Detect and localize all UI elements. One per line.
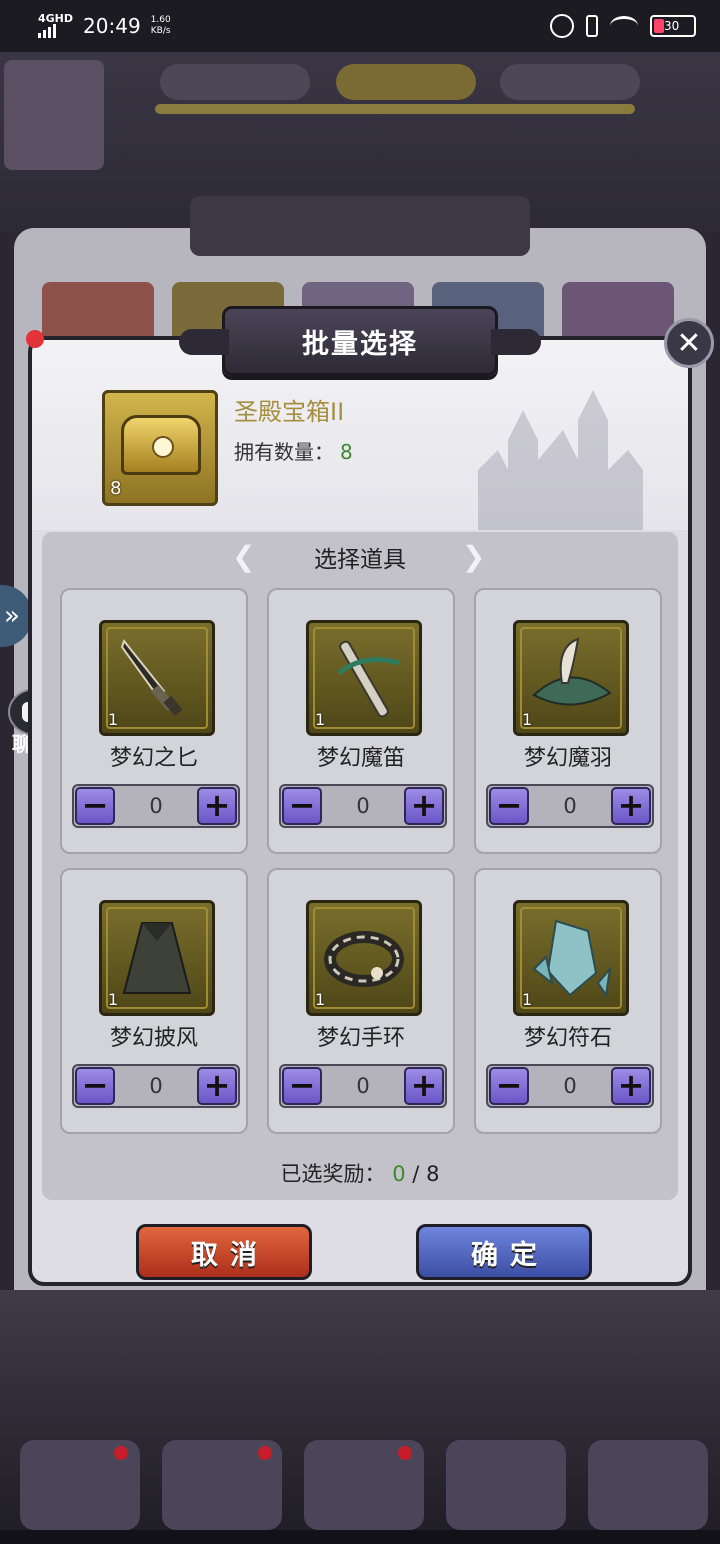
reward-selected: 0 [392,1162,406,1186]
item-grid: 1 梦幻之匕 − 0 + 1 梦幻魔笛 − 0 + 1 梦幻魔羽 − 0 + 1… [60,588,664,1134]
item-name: 梦幻符石 [523,1026,612,1051]
quantity-value[interactable]: 0 [532,786,608,826]
owned-quantity: 拥有数量： 8 [234,436,353,465]
increase-button[interactable]: + [404,787,444,825]
item-card: 1 梦幻魔羽 − 0 + [474,588,662,854]
close-icon: ✕ [676,325,702,361]
item-qty: 1 [108,990,119,1009]
cancel-button[interactable]: 取消 [136,1224,312,1280]
quantity-value[interactable]: 0 [325,786,401,826]
item-card: 1 梦幻披风 − 0 + [60,868,248,1134]
reward-label: 已选奖励： [280,1162,386,1186]
wifi-icon [610,16,638,36]
decrease-button[interactable]: − [489,1067,529,1105]
notification-dot [258,1446,272,1460]
chest-count: 8 [110,478,122,499]
decrease-button[interactable]: − [282,787,322,825]
increase-button[interactable]: + [404,1067,444,1105]
item-name: 梦幻披风 [109,1026,198,1051]
notification-dot [398,1446,412,1460]
background-avatar [4,60,104,170]
item-card: 1 梦幻魔笛 − 0 + [267,588,455,854]
section-title: ❮ 选择道具 ❯ [232,538,488,576]
item-qty: 1 [315,710,326,729]
notification-dot [114,1446,128,1460]
quantity-value[interactable]: 0 [118,1066,194,1106]
item-name: 梦幻魔笛 [316,746,405,771]
ornament-left-icon: ❮ [232,540,256,573]
batch-select-dialog: 8 圣殿宝箱II 拥有数量： 8 ❮ 选择道具 ❯ 1 梦幻之匕 − 0 + 1… [28,336,692,1286]
decrease-button[interactable]: − [75,1067,115,1105]
item-name: 梦幻魔羽 [523,746,612,771]
network-speed: 1.60 KB/s [150,15,171,36]
signal-icon [38,24,73,38]
quantity-stepper: − 0 + [279,1064,447,1108]
increase-button[interactable]: + [611,787,651,825]
chest-name: 圣殿宝箱II [234,398,345,426]
system-nav-bar [0,1530,720,1544]
clock: 20:49 [83,14,141,38]
item-qty: 1 [108,710,119,729]
item-qty: 1 [522,990,533,1009]
item-card: 1 梦幻符石 − 0 + [474,868,662,1134]
item-name: 梦幻手环 [316,1026,405,1051]
decrease-button[interactable]: − [282,1067,322,1105]
close-button[interactable]: ✕ [664,318,714,368]
increase-button[interactable]: + [197,787,237,825]
bracelet-icon[interactable]: 1 [306,900,422,1016]
dagger-icon[interactable]: 1 [99,620,215,736]
increase-button[interactable]: + [611,1067,651,1105]
feather-hat-icon[interactable]: 1 [513,620,629,736]
item-qty: 1 [315,990,326,1009]
rune-crystal-icon[interactable]: 1 [513,900,629,1016]
background-resource [500,64,640,100]
quantity-stepper: − 0 + [486,1064,654,1108]
alarm-icon [550,14,574,38]
vibrate-icon [586,15,598,37]
quantity-stepper: − 0 + [279,784,447,828]
item-card: 1 梦幻手环 − 0 + [267,868,455,1134]
notification-dot [26,330,44,348]
status-bar: 4GHD 20:49 1.60 KB/s 30 [0,0,720,52]
confirm-button[interactable]: 确定 [416,1224,592,1280]
treasure-chest-icon [121,415,201,475]
item-name: 梦幻之匕 [109,746,198,771]
increase-button[interactable]: + [197,1067,237,1105]
cloak-icon[interactable]: 1 [99,900,215,1016]
chest-item-icon: 8 [102,390,218,506]
quantity-stepper: − 0 + [486,784,654,828]
item-card: 1 梦幻之匕 − 0 + [60,588,248,854]
quantity-value[interactable]: 0 [325,1066,401,1106]
quantity-value[interactable]: 0 [118,786,194,826]
ornament-right-icon: ❯ [462,540,486,573]
decrease-button[interactable]: − [75,787,115,825]
castle-silhouette-icon [478,390,643,530]
network-type: 4GHD [38,12,74,25]
reward-total: 8 [426,1162,440,1186]
owned-value: 8 [340,440,353,464]
background-tab [446,1440,566,1530]
double-chevron-right-icon: » [4,601,20,631]
reward-separator: / [412,1162,420,1186]
background-resource [160,64,310,100]
background-progress [155,104,635,114]
battery-icon: 30 [650,15,696,37]
quantity-stepper: − 0 + [72,1064,240,1108]
item-qty: 1 [522,710,533,729]
selected-reward-counter: 已选奖励： 0 / 8 [42,1158,678,1188]
quantity-value[interactable]: 0 [532,1066,608,1106]
quantity-stepper: − 0 + [72,784,240,828]
item-select-panel: ❮ 选择道具 ❯ 1 梦幻之匕 − 0 + 1 梦幻魔笛 − 0 + 1 梦幻魔… [42,532,678,1200]
background-title [190,196,530,256]
decrease-button[interactable]: − [489,787,529,825]
background-resource [336,64,476,100]
flute-icon[interactable]: 1 [306,620,422,736]
dialog-title: 批量选择 [179,306,541,376]
background-tab [588,1440,708,1530]
owned-label: 拥有数量： [234,440,334,464]
